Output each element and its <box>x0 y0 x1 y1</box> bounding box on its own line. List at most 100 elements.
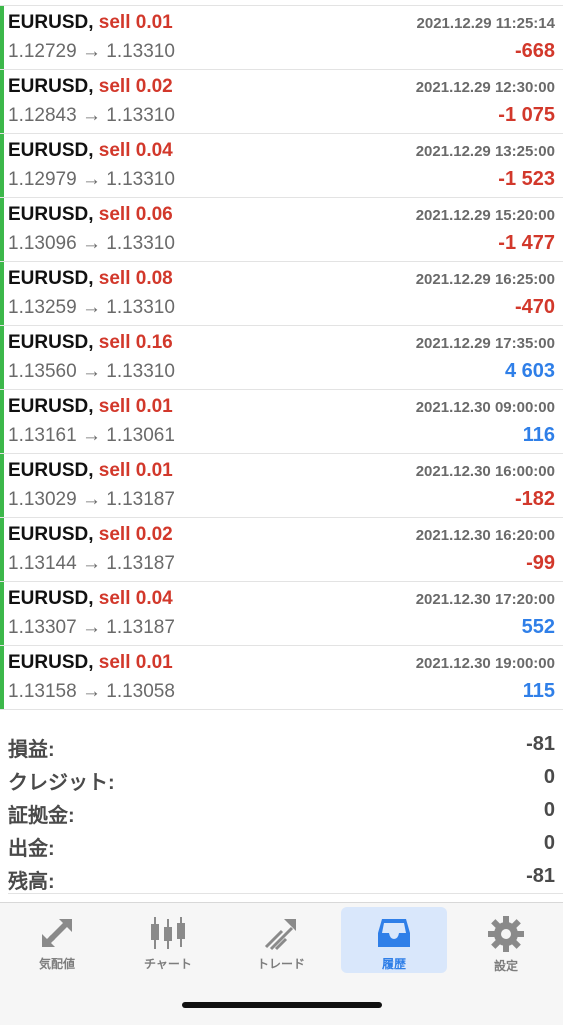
trade-symbol: EURUSD <box>8 12 89 33</box>
tab-quotes[interactable]: 気配値 <box>4 907 110 973</box>
trade-symbol: EURUSD <box>8 140 89 161</box>
summary-divider <box>8 893 563 894</box>
trade-prices: 1.12843 → 1.13310 <box>8 105 175 127</box>
open-price: 1.12979 <box>8 169 77 190</box>
trade-profit: -470 <box>514 296 555 318</box>
summary-row-margin: 証拠金: 0 <box>0 796 563 829</box>
trade-side: sell 0.02 <box>98 524 173 545</box>
trade-row[interactable]: EURUSD, sell 0.02 2021.12.30 16:20:00 1.… <box>0 518 563 582</box>
close-price: 1.13187 <box>106 553 175 574</box>
trade-header: EURUSD, sell 0.16 <box>8 332 173 353</box>
trade-header: EURUSD, sell 0.01 <box>8 12 173 33</box>
summary-value: -81 <box>526 733 555 755</box>
close-price: 1.13310 <box>106 41 175 62</box>
summary-row-pl: 損益: -81 <box>0 730 563 763</box>
trade-time: 2021.12.29 11:25:14 <box>416 15 555 32</box>
trade-row[interactable]: EURUSD, sell 0.01 2021.12.30 19:00:00 1.… <box>0 646 563 710</box>
trade-prices: 1.13307 → 1.13187 <box>8 617 175 639</box>
trade-prices: 1.13144 → 1.13187 <box>8 553 175 575</box>
trade-time: 2021.12.29 17:35:00 <box>415 335 555 352</box>
open-price: 1.13560 <box>8 361 77 382</box>
tab-label: 履歴 <box>381 957 406 971</box>
trade-row[interactable]: EURUSD, sell 0.01 2021.12.30 09:00:00 1.… <box>0 390 563 454</box>
home-indicator[interactable] <box>182 1002 382 1008</box>
trade-profit: -99 <box>526 552 555 574</box>
price-arrow: → <box>81 233 101 254</box>
trade-row[interactable]: EURUSD, sell 0.06 2021.12.29 15:20:00 1.… <box>0 198 563 262</box>
open-price: 1.13161 <box>8 425 77 446</box>
price-arrow: → <box>81 169 101 190</box>
summary-label: 損益: <box>8 739 55 761</box>
trade-side: sell 0.02 <box>98 76 173 97</box>
price-arrow: → <box>81 425 101 446</box>
trade-header: EURUSD, sell 0.08 <box>8 268 173 289</box>
trade-header: EURUSD, sell 0.02 <box>8 524 173 545</box>
trade-prices: 1.13560 → 1.13310 <box>8 361 175 383</box>
trade-profit: 4 603 <box>504 360 555 382</box>
summary-value: -81 <box>526 865 555 887</box>
tab-trade[interactable]: トレード <box>228 907 334 973</box>
close-price: 1.13310 <box>106 105 175 126</box>
tab-label: チャート <box>144 957 192 971</box>
trade-history-list: EURUSD, sell 0.01 2021.12.29 11:25:14 1.… <box>0 6 563 710</box>
trade-profit: -1 075 <box>498 104 555 126</box>
trade-row[interactable]: EURUSD, sell 0.04 2021.12.29 13:25:00 1.… <box>0 134 563 198</box>
trade-row[interactable]: EURUSD, sell 0.01 2021.12.30 16:00:00 1.… <box>0 454 563 518</box>
price-arrow: → <box>81 41 101 62</box>
trade-time: 2021.12.29 12:30:00 <box>415 79 555 96</box>
trade-profit: -668 <box>514 40 555 62</box>
trade-row[interactable]: EURUSD, sell 0.16 2021.12.29 17:35:00 1.… <box>0 326 563 390</box>
trade-header: EURUSD, sell 0.01 <box>8 652 173 673</box>
trade-header: EURUSD, sell 0.06 <box>8 204 173 225</box>
trade-header: EURUSD, sell 0.04 <box>8 140 173 161</box>
trade-side: sell 0.08 <box>98 268 173 289</box>
tab-label: 設定 <box>493 959 518 973</box>
trade-row[interactable]: EURUSD, sell 0.02 2021.12.29 12:30:00 1.… <box>0 70 563 134</box>
trade-prices: 1.12979 → 1.13310 <box>8 169 175 191</box>
trade-time: 2021.12.30 16:20:00 <box>415 527 555 544</box>
close-price: 1.13310 <box>106 361 175 382</box>
summary-label: 残高: <box>8 871 55 893</box>
trade-symbol: EURUSD <box>8 652 89 673</box>
open-price: 1.13158 <box>8 681 77 702</box>
trade-accent-bar <box>0 262 4 325</box>
open-price: 1.13029 <box>8 489 77 510</box>
trade-profit: -182 <box>514 488 555 510</box>
trade-accent-bar <box>0 6 4 69</box>
trade-trend-icon <box>264 919 296 951</box>
tab-label: トレード <box>256 957 305 971</box>
trade-side: sell 0.01 <box>98 396 173 417</box>
trade-side: sell 0.01 <box>98 12 173 33</box>
trade-accent-bar <box>0 70 4 133</box>
trade-side: sell 0.01 <box>98 460 173 481</box>
tab-chart[interactable]: チャート <box>115 907 221 973</box>
summary-value: 0 <box>543 766 555 788</box>
summary-label: 証拠金: <box>8 805 75 827</box>
price-arrow: → <box>81 489 101 510</box>
price-arrow: → <box>81 361 101 382</box>
open-price: 1.13144 <box>8 553 77 574</box>
price-arrow: → <box>81 105 101 126</box>
summary-value: 0 <box>543 832 555 854</box>
tab-label: 気配値 <box>38 957 75 971</box>
trade-row[interactable]: EURUSD, sell 0.04 2021.12.30 17:20:00 1.… <box>0 582 563 646</box>
close-price: 1.13187 <box>106 617 175 638</box>
trade-symbol: EURUSD <box>8 460 89 481</box>
trade-time: 2021.12.30 19:00:00 <box>415 655 555 672</box>
trade-side: sell 0.06 <box>98 204 173 225</box>
trade-header: EURUSD, sell 0.04 <box>8 588 173 609</box>
trade-prices: 1.13096 → 1.13310 <box>8 233 175 255</box>
trade-row[interactable]: EURUSD, sell 0.01 2021.12.29 11:25:14 1.… <box>0 6 563 70</box>
close-price: 1.13310 <box>106 233 175 254</box>
trade-accent-bar <box>0 390 4 453</box>
tab-history[interactable]: 履歴 <box>341 907 447 973</box>
tab-settings[interactable]: 設定 <box>453 907 559 973</box>
trade-accent-bar <box>0 134 4 197</box>
trade-row[interactable]: EURUSD, sell 0.08 2021.12.29 16:25:00 1.… <box>0 262 563 326</box>
trade-prices: 1.13158 → 1.13058 <box>8 681 175 703</box>
quotes-arrows-icon <box>42 919 72 947</box>
summary-row-withdrawal: 出金: 0 <box>0 829 563 862</box>
history-inbox-icon <box>378 919 410 947</box>
trade-time: 2021.12.29 16:25:00 <box>415 271 555 288</box>
trade-time: 2021.12.29 13:25:00 <box>415 143 555 160</box>
